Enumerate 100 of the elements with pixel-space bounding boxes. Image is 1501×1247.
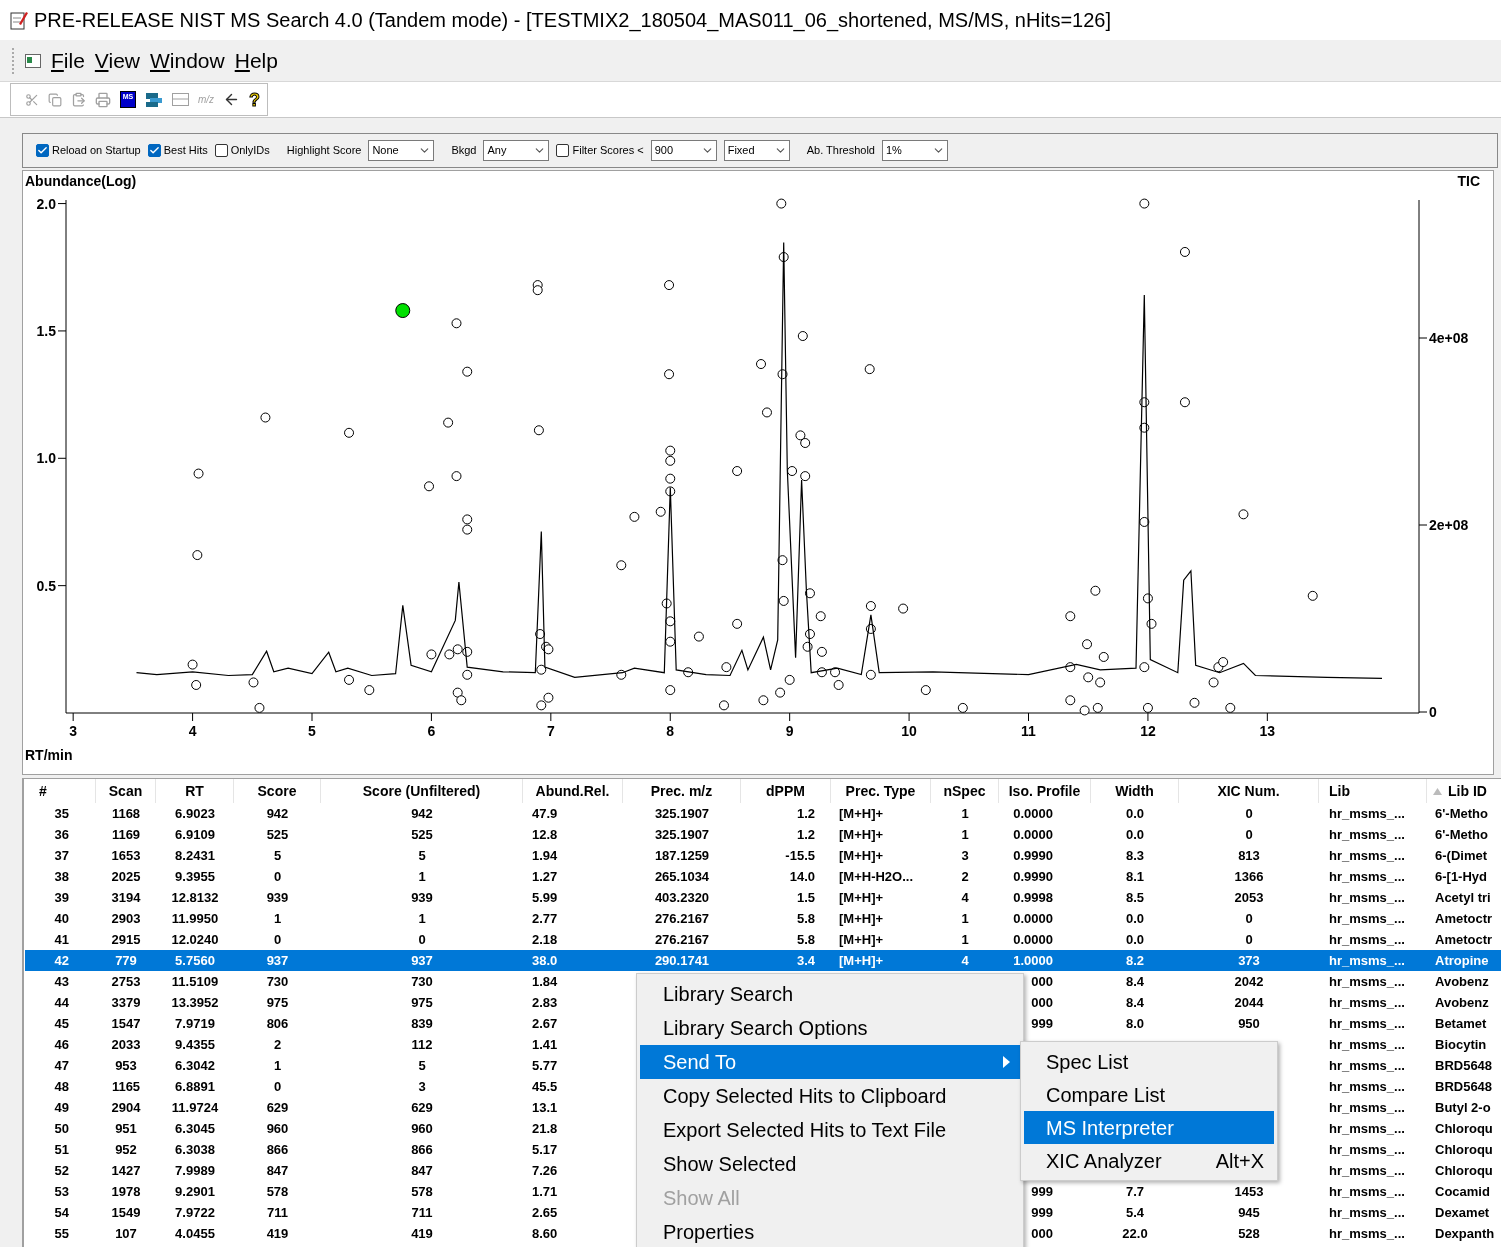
table-cell[interactable]: 6.3045 (156, 1118, 234, 1139)
table-cell[interactable]: 3194 (96, 887, 156, 908)
table-cell[interactable]: 1453 (1179, 1181, 1319, 1202)
table-cell[interactable]: 1.0000 (999, 950, 1091, 971)
menu-bar-item[interactable]: View (94, 44, 140, 77)
table-cell[interactable]: 38.0 (523, 950, 623, 971)
table-cell[interactable]: Biocytin (1427, 1034, 1501, 1055)
table-cell[interactable]: 5.17 (523, 1139, 623, 1160)
table-cell[interactable]: 1.27 (523, 866, 623, 887)
table-cell[interactable]: hr_msms_... (1319, 1202, 1427, 1223)
table-cell[interactable]: 1 (931, 824, 999, 845)
table-cell[interactable]: 525 (234, 824, 321, 845)
table-cell[interactable]: 7.7 (1091, 1181, 1179, 1202)
table-cell[interactable]: 1.94 (523, 845, 623, 866)
table-cell[interactable]: 325.1907 (623, 803, 741, 824)
table-cell[interactable]: 1427 (96, 1160, 156, 1181)
column-header[interactable]: Lib ID (1448, 780, 1487, 802)
table-cell[interactable]: -15.5 (741, 845, 831, 866)
table-cell[interactable]: 44 (25, 992, 96, 1013)
table-cell[interactable]: 1.41 (523, 1034, 623, 1055)
menu-item[interactable]: Spec List (1024, 1045, 1274, 1078)
table-cell[interactable]: 0 (321, 929, 523, 950)
table-cell[interactable]: 47.9 (523, 803, 623, 824)
table-cell[interactable]: 1.2 (741, 803, 831, 824)
table-cell[interactable]: 528 (1179, 1223, 1319, 1244)
table-cell[interactable]: 2025 (96, 866, 156, 887)
table-cell[interactable]: 950 (1179, 1013, 1319, 1034)
table-cell[interactable]: [M+H]+ (831, 929, 931, 950)
table-cell[interactable]: 13.1 (523, 1097, 623, 1118)
checkbox[interactable] (556, 144, 570, 157)
table-cell[interactable]: 2915 (96, 929, 156, 950)
table-cell[interactable]: 0.0000 (999, 803, 1091, 824)
table-cell[interactable]: 1.5 (741, 887, 831, 908)
table-cell[interactable]: [M+H-H2O... (831, 866, 931, 887)
table-cell[interactable]: 0.0 (1091, 803, 1179, 824)
help-icon[interactable]: ? (249, 90, 261, 109)
table-cell[interactable]: 2033 (96, 1034, 156, 1055)
table-cell[interactable]: hr_msms_... (1319, 1013, 1427, 1034)
table-cell[interactable]: 6-[1-Hyd (1427, 866, 1501, 887)
table-cell[interactable]: hr_msms_... (1319, 803, 1427, 824)
table-cell[interactable]: 8.60 (523, 1223, 623, 1244)
table-cell[interactable]: 942 (234, 803, 321, 824)
menu-item[interactable]: Library Search (640, 977, 1020, 1011)
table-cell[interactable]: 2 (234, 1034, 321, 1055)
table-cell[interactable]: hr_msms_... (1319, 824, 1427, 845)
table-cell[interactable]: Avobenz (1427, 971, 1501, 992)
table-cell[interactable]: 8.5 (1091, 887, 1179, 908)
menu-bar-item[interactable]: Window (150, 44, 225, 77)
menu-item[interactable]: Send To (640, 1045, 1020, 1079)
table-cell[interactable]: hr_msms_... (1319, 908, 1427, 929)
table-cell[interactable]: 711 (234, 1202, 321, 1223)
table-cell[interactable]: Butyl 2-o (1427, 1097, 1501, 1118)
table-cell[interactable]: 1168 (96, 803, 156, 824)
table-cell[interactable]: 0.0 (1091, 929, 1179, 950)
table-cell[interactable]: 779 (96, 950, 156, 971)
table-cell[interactable]: 0.0000 (999, 908, 1091, 929)
table-cell[interactable]: 730 (234, 971, 321, 992)
table-cell[interactable]: 1169 (96, 824, 156, 845)
column-header[interactable]: dPPM (766, 780, 805, 802)
table-cell[interactable]: 5 (234, 845, 321, 866)
table-cell[interactable]: 276.2167 (623, 908, 741, 929)
table-cell[interactable]: 975 (234, 992, 321, 1013)
table-cell[interactable]: 3 (321, 1076, 523, 1097)
table-cell[interactable]: 187.1259 (623, 845, 741, 866)
table-cell[interactable]: hr_msms_... (1319, 1076, 1427, 1097)
table-cell[interactable]: hr_msms_... (1319, 866, 1427, 887)
table-cell[interactable]: 937 (234, 950, 321, 971)
table-cell[interactable]: [M+H]+ (831, 908, 931, 929)
table-cell[interactable]: 711 (321, 1202, 523, 1223)
table-cell[interactable]: 5.99 (523, 887, 623, 908)
tiles-icon[interactable] (145, 91, 163, 108)
table-cell[interactable]: 2753 (96, 971, 156, 992)
table-cell[interactable]: Betamet (1427, 1013, 1501, 1034)
table-cell[interactable]: 0.0000 (999, 929, 1091, 950)
table-cell[interactable]: 847 (234, 1160, 321, 1181)
column-header[interactable]: Scan (108, 780, 143, 802)
table-cell[interactable]: 945 (1179, 1202, 1319, 1223)
table-cell[interactable]: 939 (234, 887, 321, 908)
table-cell[interactable]: 0 (234, 929, 321, 950)
table-cell[interactable]: 0.0 (1091, 908, 1179, 929)
table-cell[interactable]: 51 (25, 1139, 96, 1160)
table-cell[interactable]: 290.1741 (623, 950, 741, 971)
table-cell[interactable]: hr_msms_... (1319, 1118, 1427, 1139)
table-cell[interactable]: Cocamid (1427, 1181, 1501, 1202)
table-cell[interactable]: 7.9719 (156, 1013, 234, 1034)
table-cell[interactable]: 578 (234, 1181, 321, 1202)
table-cell[interactable]: Avobenz (1427, 992, 1501, 1013)
table-cell[interactable]: 4.0455 (156, 1223, 234, 1244)
table-cell[interactable]: Chloroqu (1427, 1139, 1501, 1160)
table-cell[interactable]: 1.84 (523, 971, 623, 992)
table-cell[interactable]: 46 (25, 1034, 96, 1055)
table-cell[interactable]: 40 (25, 908, 96, 929)
table-cell[interactable]: 5.8 (741, 908, 831, 929)
table-cell[interactable]: 4 (931, 950, 999, 971)
table-cell[interactable]: 8.2 (1091, 950, 1179, 971)
column-header[interactable]: RT (185, 780, 204, 802)
table-cell[interactable]: 0 (234, 1076, 321, 1097)
table-cell[interactable]: hr_msms_... (1319, 929, 1427, 950)
table-cell[interactable]: 55 (25, 1223, 96, 1244)
table-cell[interactable]: 1 (931, 803, 999, 824)
